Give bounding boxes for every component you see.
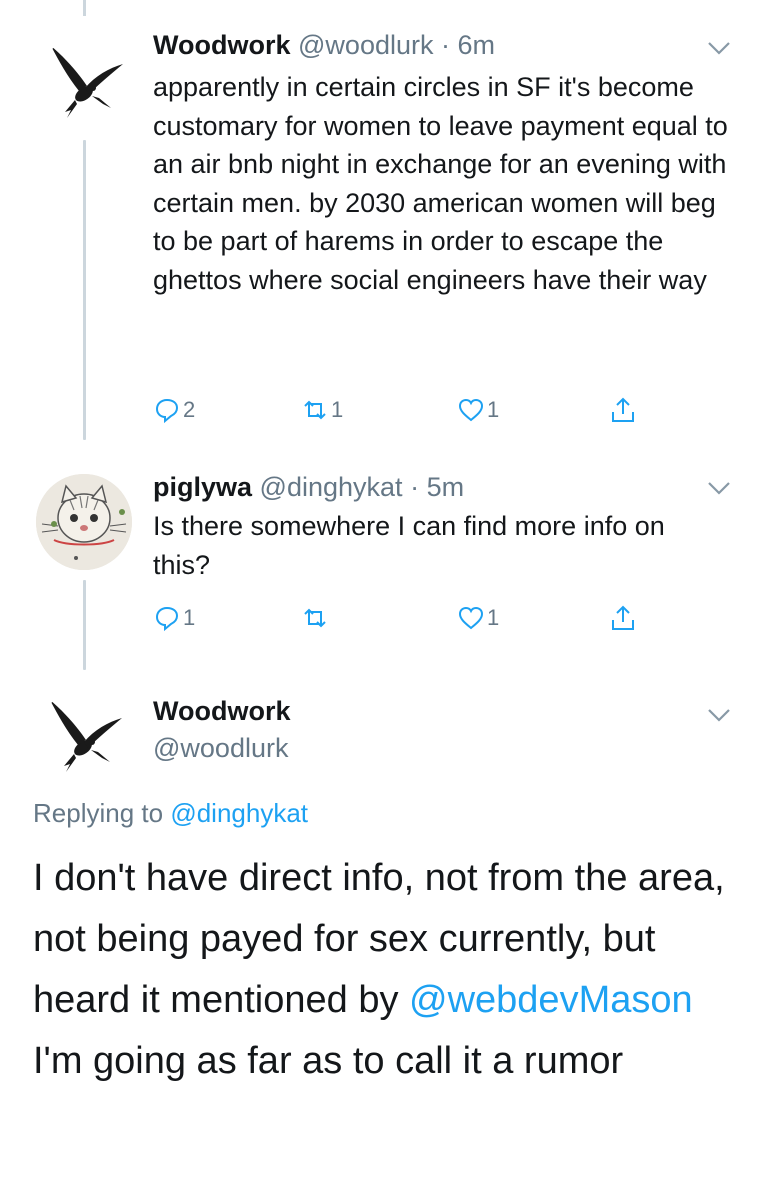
share-icon <box>612 605 634 630</box>
thread-line <box>83 140 86 440</box>
tweet-header: piglywa @dinghykat · 5m <box>153 470 464 504</box>
separator-dot: · <box>441 30 450 60</box>
cat-drawing-avatar-icon[interactable] <box>36 474 132 570</box>
timestamp[interactable]: 6m <box>458 30 496 60</box>
reply-count: 2 <box>183 397 196 422</box>
user-handle[interactable]: @woodlurk <box>153 733 288 763</box>
reply-icon <box>155 606 179 632</box>
display-name-row: Woodwork <box>153 694 291 728</box>
share-icon <box>612 397 634 422</box>
share-button[interactable] <box>609 392 637 428</box>
thread-line-top <box>83 0 86 16</box>
like-button[interactable]: 1 <box>457 392 499 428</box>
retweet-icon <box>304 608 326 628</box>
like-count: 1 <box>487 605 500 630</box>
heart-icon <box>458 606 484 630</box>
thread-line <box>83 580 86 670</box>
retweet-icon <box>304 400 326 420</box>
retweet-count: 1 <box>331 397 344 422</box>
like-count: 1 <box>487 397 500 422</box>
bird-avatar-icon[interactable] <box>37 36 133 132</box>
display-name[interactable]: piglywa <box>153 472 252 502</box>
bird-avatar-icon[interactable] <box>36 690 132 786</box>
retweet-button[interactable]: 1 <box>301 392 343 428</box>
reply-icon <box>155 398 179 424</box>
display-name[interactable]: Woodwork <box>153 30 291 60</box>
chevron-down-icon[interactable] <box>707 40 731 56</box>
tweet-text: Is there somewhere I can find more info … <box>153 511 665 580</box>
replying-to-link[interactable]: @dinghykat <box>170 798 308 828</box>
tweet-text-part: I'm going as far as to call it a rumor <box>33 1040 624 1082</box>
tweet-actions: 2 1 1 <box>153 392 643 428</box>
tweet-actions: 1 1 <box>153 600 643 636</box>
reply-count: 1 <box>183 605 196 630</box>
reply-button[interactable]: 1 <box>153 600 195 636</box>
user-handle[interactable]: @woodlurk <box>298 30 433 60</box>
tweet-text: apparently in certain circles in SF it's… <box>153 72 728 295</box>
heart-icon <box>458 398 484 422</box>
focused-tweet-text: I don't have direct info, not from the a… <box>33 848 733 1092</box>
display-name[interactable]: Woodwork <box>153 696 291 726</box>
chevron-down-icon[interactable] <box>707 480 731 496</box>
tweet-header: Woodwork @woodlurk · 6m <box>153 28 495 62</box>
separator-dot: · <box>410 472 420 502</box>
mention-link[interactable]: @webdevMason <box>409 979 693 1021</box>
chevron-down-icon[interactable] <box>707 707 731 723</box>
replying-prefix: Replying to <box>33 798 164 828</box>
user-handle[interactable]: @dinghykat <box>260 472 403 502</box>
retweet-button[interactable] <box>301 600 331 636</box>
handle-row: @woodlurk <box>153 731 288 765</box>
replying-to: Replying to @dinghykat <box>33 798 308 829</box>
timestamp[interactable]: 5m <box>427 472 465 502</box>
reply-button[interactable]: 2 <box>153 392 195 428</box>
like-button[interactable]: 1 <box>457 600 499 636</box>
share-button[interactable] <box>609 600 637 636</box>
